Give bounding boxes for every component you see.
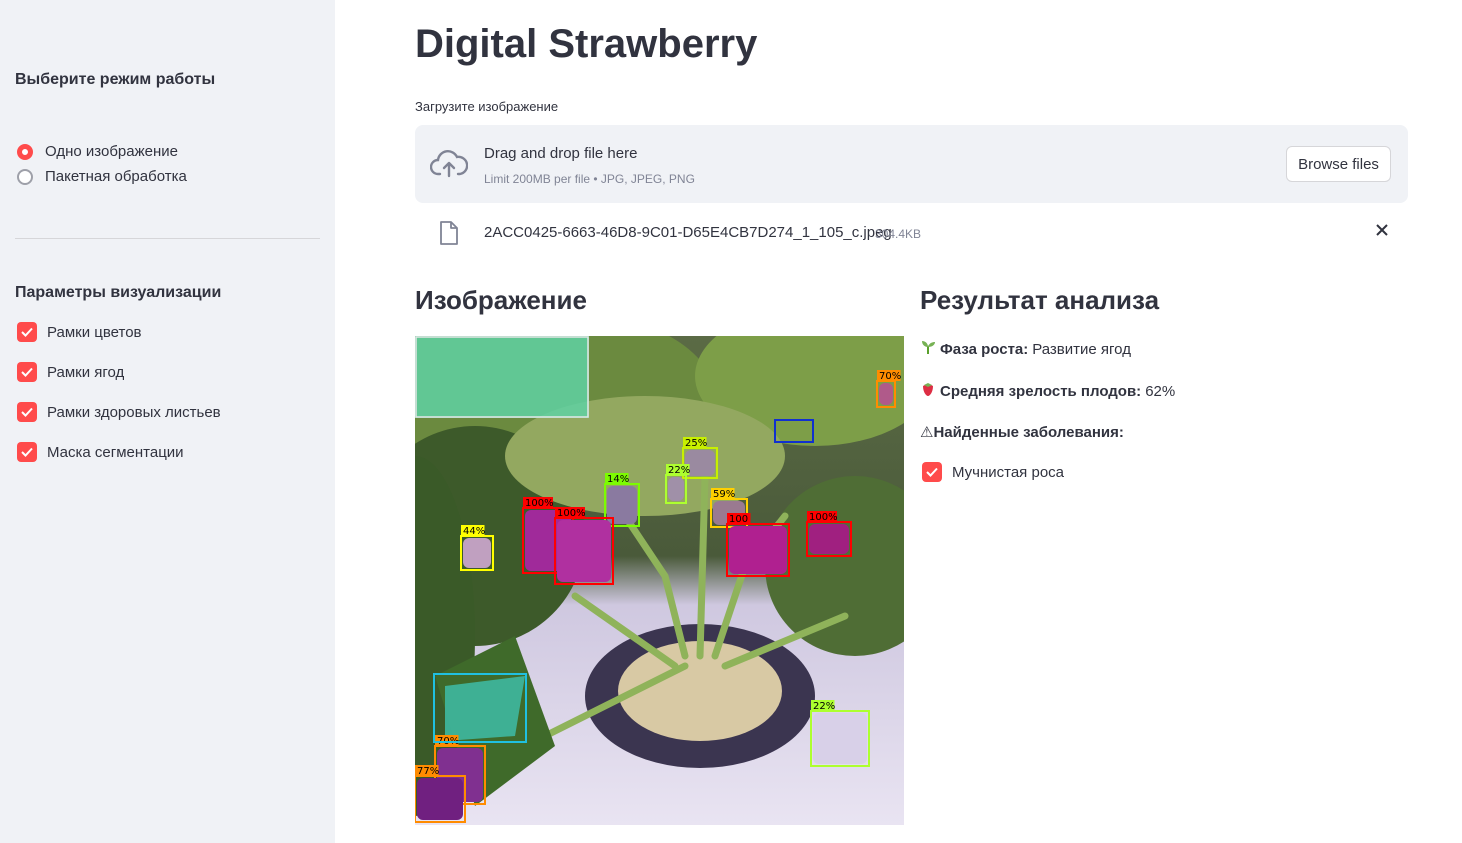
berry-mark — [813, 713, 867, 764]
checkbox-checked-icon[interactable] — [17, 402, 37, 422]
radio-selected-icon[interactable] — [17, 143, 33, 160]
detection-label: 14% — [607, 474, 629, 485]
checkbox-checked-icon[interactable] — [17, 442, 37, 462]
cloud-upload-icon — [429, 149, 469, 184]
sidebar: Выберите режим работы Одно изображение П… — [0, 0, 335, 843]
dropzone-text: Drag and drop file here — [484, 145, 638, 162]
growth-phase-label: Фаза роста: — [940, 340, 1029, 358]
detection-label: 22% — [668, 465, 690, 476]
mode-radio-single[interactable]: Одно изображение — [17, 143, 178, 160]
checkbox-label: Рамки цветов — [47, 323, 142, 341]
detection-label: 100% — [809, 512, 838, 523]
berry-mark — [668, 477, 684, 501]
file-dropzone[interactable]: Drag and drop file here Limit 200MB per … — [415, 125, 1408, 203]
checkbox-label: Маска сегментации — [47, 443, 184, 461]
sidebar-divider — [15, 238, 320, 239]
checkbox-berry-boxes[interactable]: Рамки ягод — [17, 362, 124, 382]
disease-label: Мучнистая роса — [952, 463, 1065, 481]
close-icon[interactable] — [1373, 221, 1391, 244]
checkbox-checked-icon[interactable] — [17, 322, 37, 342]
results-heading: Результат анализа — [920, 285, 1160, 315]
berry-mark — [879, 383, 893, 405]
page-title: Digital Strawberry — [415, 22, 758, 66]
uploaded-file-row: 2ACC0425-6663-46D8-9C01-D65E4CB7D274_1_1… — [415, 215, 1408, 251]
seedling-icon — [920, 339, 936, 359]
ripeness: Средняя зрелость плодов: 62% — [920, 381, 1175, 401]
dropzone-limit: Limit 200MB per file • JPG, JPEG, PNG — [484, 172, 695, 186]
detection-label: 44% — [463, 526, 485, 537]
growth-phase: Фаза роста: Развитие ягод — [920, 339, 1131, 359]
strawberry-icon — [920, 381, 936, 401]
berry-mark — [417, 778, 463, 820]
viz-heading: Параметры визуализации — [15, 284, 222, 301]
detection-label: 59% — [713, 489, 735, 500]
detection-label: 100 — [729, 514, 748, 525]
checkbox-checked-icon[interactable] — [922, 462, 942, 482]
detection-label: 77% — [417, 766, 439, 777]
disease-checkbox-mildew[interactable]: Мучнистая роса — [922, 462, 1064, 482]
ripeness-value: 62% — [1145, 382, 1176, 400]
radio-unselected-icon[interactable] — [17, 168, 33, 185]
detection-label: 25% — [685, 438, 707, 449]
berry-mark — [809, 524, 849, 554]
mode-label-single: Одно изображение — [45, 143, 178, 160]
detection-label: 100% — [525, 498, 554, 509]
checkbox-segmentation-mask[interactable]: Маска сегментации — [17, 442, 184, 462]
berry-mark — [729, 526, 787, 574]
ripeness-label: Средняя зрелость плодов: — [940, 382, 1142, 400]
detection-label: 100% — [557, 508, 586, 519]
growth-phase-value: Развитие ягод — [1032, 340, 1131, 358]
mode-heading: Выберите режим работы — [15, 71, 216, 88]
mode-label-batch: Пакетная обработка — [45, 168, 187, 185]
checkbox-label: Рамки ягод — [47, 363, 125, 381]
berry-mark — [557, 520, 611, 582]
diseases-label: ⚠Найденные заболевания: — [920, 424, 1124, 441]
file-icon — [439, 221, 459, 250]
checkbox-leaf-boxes[interactable]: Рамки здоровых листьев — [17, 402, 221, 422]
file-size: 304.4KB — [875, 227, 922, 241]
image-heading: Изображение — [415, 285, 587, 315]
detection-label: 70% — [879, 371, 901, 382]
upload-label: Загрузите изображение — [415, 99, 559, 114]
file-name: 2ACC0425-6663-46D8-9C01-D65E4CB7D274_1_1… — [484, 224, 892, 241]
annotated-image: 70% 25% 14% 22% 59% 100% 100% 44% 100 100% 22% 70% 7… — [415, 336, 904, 825]
checkbox-flower-boxes[interactable]: Рамки цветов — [17, 322, 142, 342]
berry-mark — [463, 538, 491, 568]
mode-radio-batch[interactable]: Пакетная обработка — [17, 168, 187, 185]
detection-label: 22% — [813, 701, 835, 712]
diseases-heading: ⚠Найденные заболевания: — [920, 423, 1128, 441]
browse-files-button[interactable]: Browse files — [1286, 146, 1391, 182]
checkbox-checked-icon[interactable] — [17, 362, 37, 382]
checkbox-label: Рамки здоровых листьев — [47, 403, 221, 421]
plant-photo: 70%25%14%22%59%100%100%44%100 100%22%70%7… — [415, 336, 904, 825]
